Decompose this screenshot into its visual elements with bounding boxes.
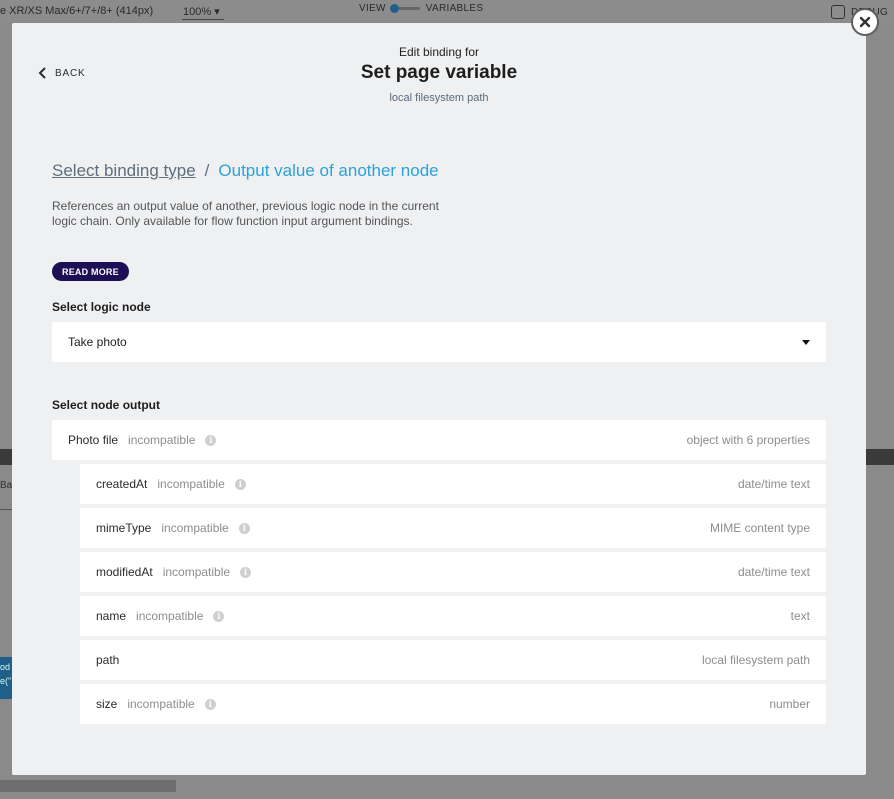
zoom-value: 100% xyxy=(183,6,212,18)
output-name: modifiedAt xyxy=(96,565,153,579)
output-type: MIME content type xyxy=(709,521,810,535)
bug-icon xyxy=(831,5,845,19)
background-panel-item: Ba xyxy=(0,480,13,491)
output-status: incompatible xyxy=(157,477,225,491)
logic-node-label: Select logic node xyxy=(52,300,151,314)
horizontal-scrollbar[interactable] xyxy=(0,780,176,792)
background-panel-header xyxy=(0,449,12,465)
binding-description: References an output value of another, p… xyxy=(52,199,439,228)
logic-node-value: Take photo xyxy=(68,335,127,349)
output-status: incompatible xyxy=(136,609,204,623)
close-icon xyxy=(859,16,871,28)
zoom-underline xyxy=(182,19,224,20)
output-type: date/time text xyxy=(737,477,810,491)
breadcrumb-separator: / xyxy=(204,161,210,180)
chevron-down-icon: ▾ xyxy=(214,6,220,18)
output-type: local filesystem path xyxy=(701,653,810,667)
logic-node-select[interactable]: Take photo xyxy=(52,322,826,362)
read-more-button[interactable]: READ MORE xyxy=(52,262,129,281)
output-row[interactable]: name incompatible i text xyxy=(80,596,826,636)
output-row[interactable]: mimeType incompatible i MIME content type xyxy=(80,508,826,548)
output-name: mimeType xyxy=(96,521,152,535)
info-icon[interactable]: i xyxy=(204,698,216,710)
background-toolbar: e XR/XS Max/6+/7+/8+ (414px) 100% ▾ VIEW… xyxy=(0,0,894,23)
output-name: name xyxy=(96,609,127,623)
device-selector[interactable]: e XR/XS Max/6+/7+/8+ (414px) xyxy=(0,5,153,17)
output-row[interactable]: size incompatible i number xyxy=(80,684,826,724)
info-icon[interactable]: i xyxy=(234,478,246,490)
output-row[interactable]: createdAt incompatible i date/time text xyxy=(80,464,826,504)
output-name: createdAt xyxy=(96,477,148,491)
info-icon[interactable]: i xyxy=(240,566,252,578)
close-button[interactable] xyxy=(851,8,879,36)
toggle-track xyxy=(389,4,420,13)
view-variables-toggle[interactable]: VIEW VARIABLES xyxy=(359,3,483,14)
output-type: text xyxy=(790,609,810,623)
output-row[interactable]: path local filesystem path xyxy=(80,640,826,680)
output-status: incompatible xyxy=(161,521,229,535)
breadcrumb: Select binding type / Output value of an… xyxy=(52,161,439,181)
output-type: number xyxy=(769,697,810,711)
modal-header: Edit binding for Set page variable local… xyxy=(12,45,866,104)
zoom-selector[interactable]: 100% ▾ xyxy=(183,5,220,18)
node-text-bottom: e(" xyxy=(0,676,12,686)
toggle-knob xyxy=(389,4,399,13)
output-name: Photo file xyxy=(68,433,119,447)
output-status: incompatible xyxy=(128,433,196,447)
output-status: incompatible xyxy=(162,565,231,579)
output-row[interactable]: modifiedAt incompatible i date/time text xyxy=(80,552,826,592)
header-pretitle: Edit binding for xyxy=(398,45,480,59)
header-subtitle: local filesystem path xyxy=(389,92,489,104)
node-text-top: od xyxy=(0,662,11,672)
variables-label: VARIABLES xyxy=(425,3,484,14)
output-name: path xyxy=(96,653,120,667)
info-icon[interactable]: i xyxy=(205,434,217,446)
node-output-label: Select node output xyxy=(52,398,160,412)
background-divider xyxy=(0,509,12,510)
output-name: size xyxy=(96,697,118,711)
background-selected-node: od e(" xyxy=(0,657,12,699)
info-icon[interactable]: i xyxy=(213,610,225,622)
output-row-parent[interactable]: Photo file incompatible i object with 6 pro… xyxy=(52,420,826,460)
breadcrumb-current: Output value of another node xyxy=(218,161,439,180)
background-panel-header-right xyxy=(866,449,894,465)
edit-binding-modal: BACK Edit binding for Set page variable … xyxy=(12,23,866,775)
view-label: VIEW xyxy=(359,3,386,14)
output-status: incompatible xyxy=(127,697,195,711)
breadcrumb-select-binding-type[interactable]: Select binding type xyxy=(52,161,196,181)
output-type: date/time text xyxy=(737,565,810,579)
page-title: Set page variable xyxy=(360,62,518,83)
info-icon[interactable]: i xyxy=(238,522,250,534)
caret-down-icon xyxy=(802,339,810,345)
output-type: object with 6 properties xyxy=(686,433,810,447)
